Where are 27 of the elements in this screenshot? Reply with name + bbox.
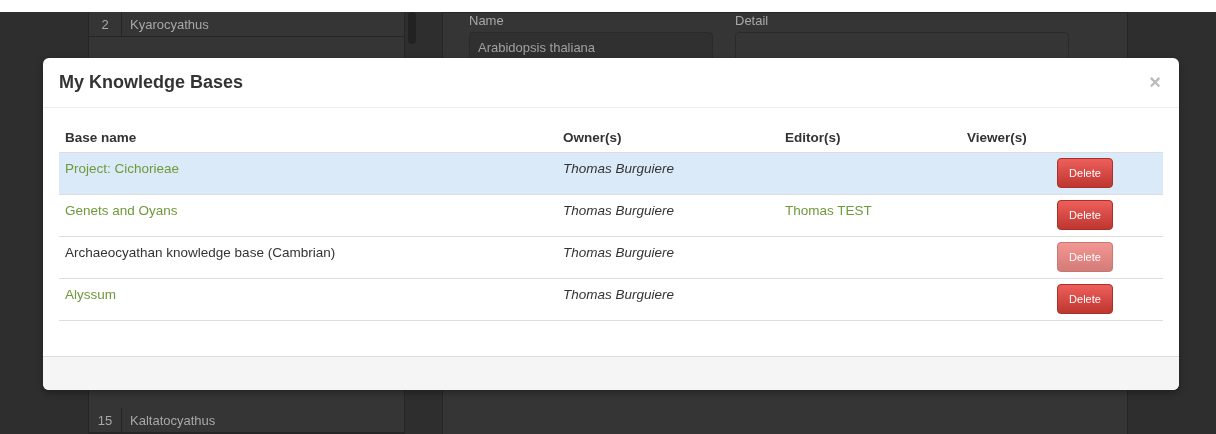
column-header: Owner(s) <box>563 130 622 145</box>
delete-button[interactable]: Delete <box>1057 284 1113 314</box>
row-number: 2 <box>89 12 122 36</box>
editor-link[interactable]: Thomas TEST <box>785 203 872 218</box>
base-link[interactable]: Genets and Oyans <box>65 203 178 218</box>
owner-name: Thomas Burguiere <box>563 161 675 176</box>
owner-name: Thomas Burguiere <box>563 203 675 218</box>
base-link[interactable]: Project: Cichorieae <box>65 161 180 176</box>
field-label: Detail <box>735 13 770 28</box>
scrollbar[interactable] <box>408 12 416 44</box>
table-row[interactable]: Alyssum Thomas Burguiere Delete <box>59 278 1163 321</box>
table-row[interactable]: Genets and Oyans Thomas Burguiere Thomas TEST Delete <box>59 194 1163 237</box>
row-number: 15 <box>89 408 122 432</box>
column-header: Editor(s) <box>785 130 841 145</box>
delete-button[interactable]: Delete <box>1057 200 1113 230</box>
owner-name: Thomas Burguiere <box>563 245 675 260</box>
modal-title: My Knowledge Bases <box>59 72 244 93</box>
column-header: Viewer(s) <box>967 130 1027 145</box>
column-header: Base name <box>65 130 137 145</box>
base-name: Archaeocyathan knowledge base (Cambrian) <box>65 245 336 260</box>
field-label: Name <box>469 13 505 28</box>
delete-button[interactable]: Delete <box>1057 158 1113 188</box>
owner-name: Thomas Burguiere <box>563 287 675 302</box>
list-item[interactable]: Kyarocyathus <box>122 16 209 32</box>
list-item[interactable]: Kaltatocyathus <box>122 412 216 428</box>
table-row[interactable]: Project: Cichorieae Thomas Burguiere Delete <box>59 152 1163 195</box>
base-link[interactable]: Alyssum <box>65 287 116 302</box>
